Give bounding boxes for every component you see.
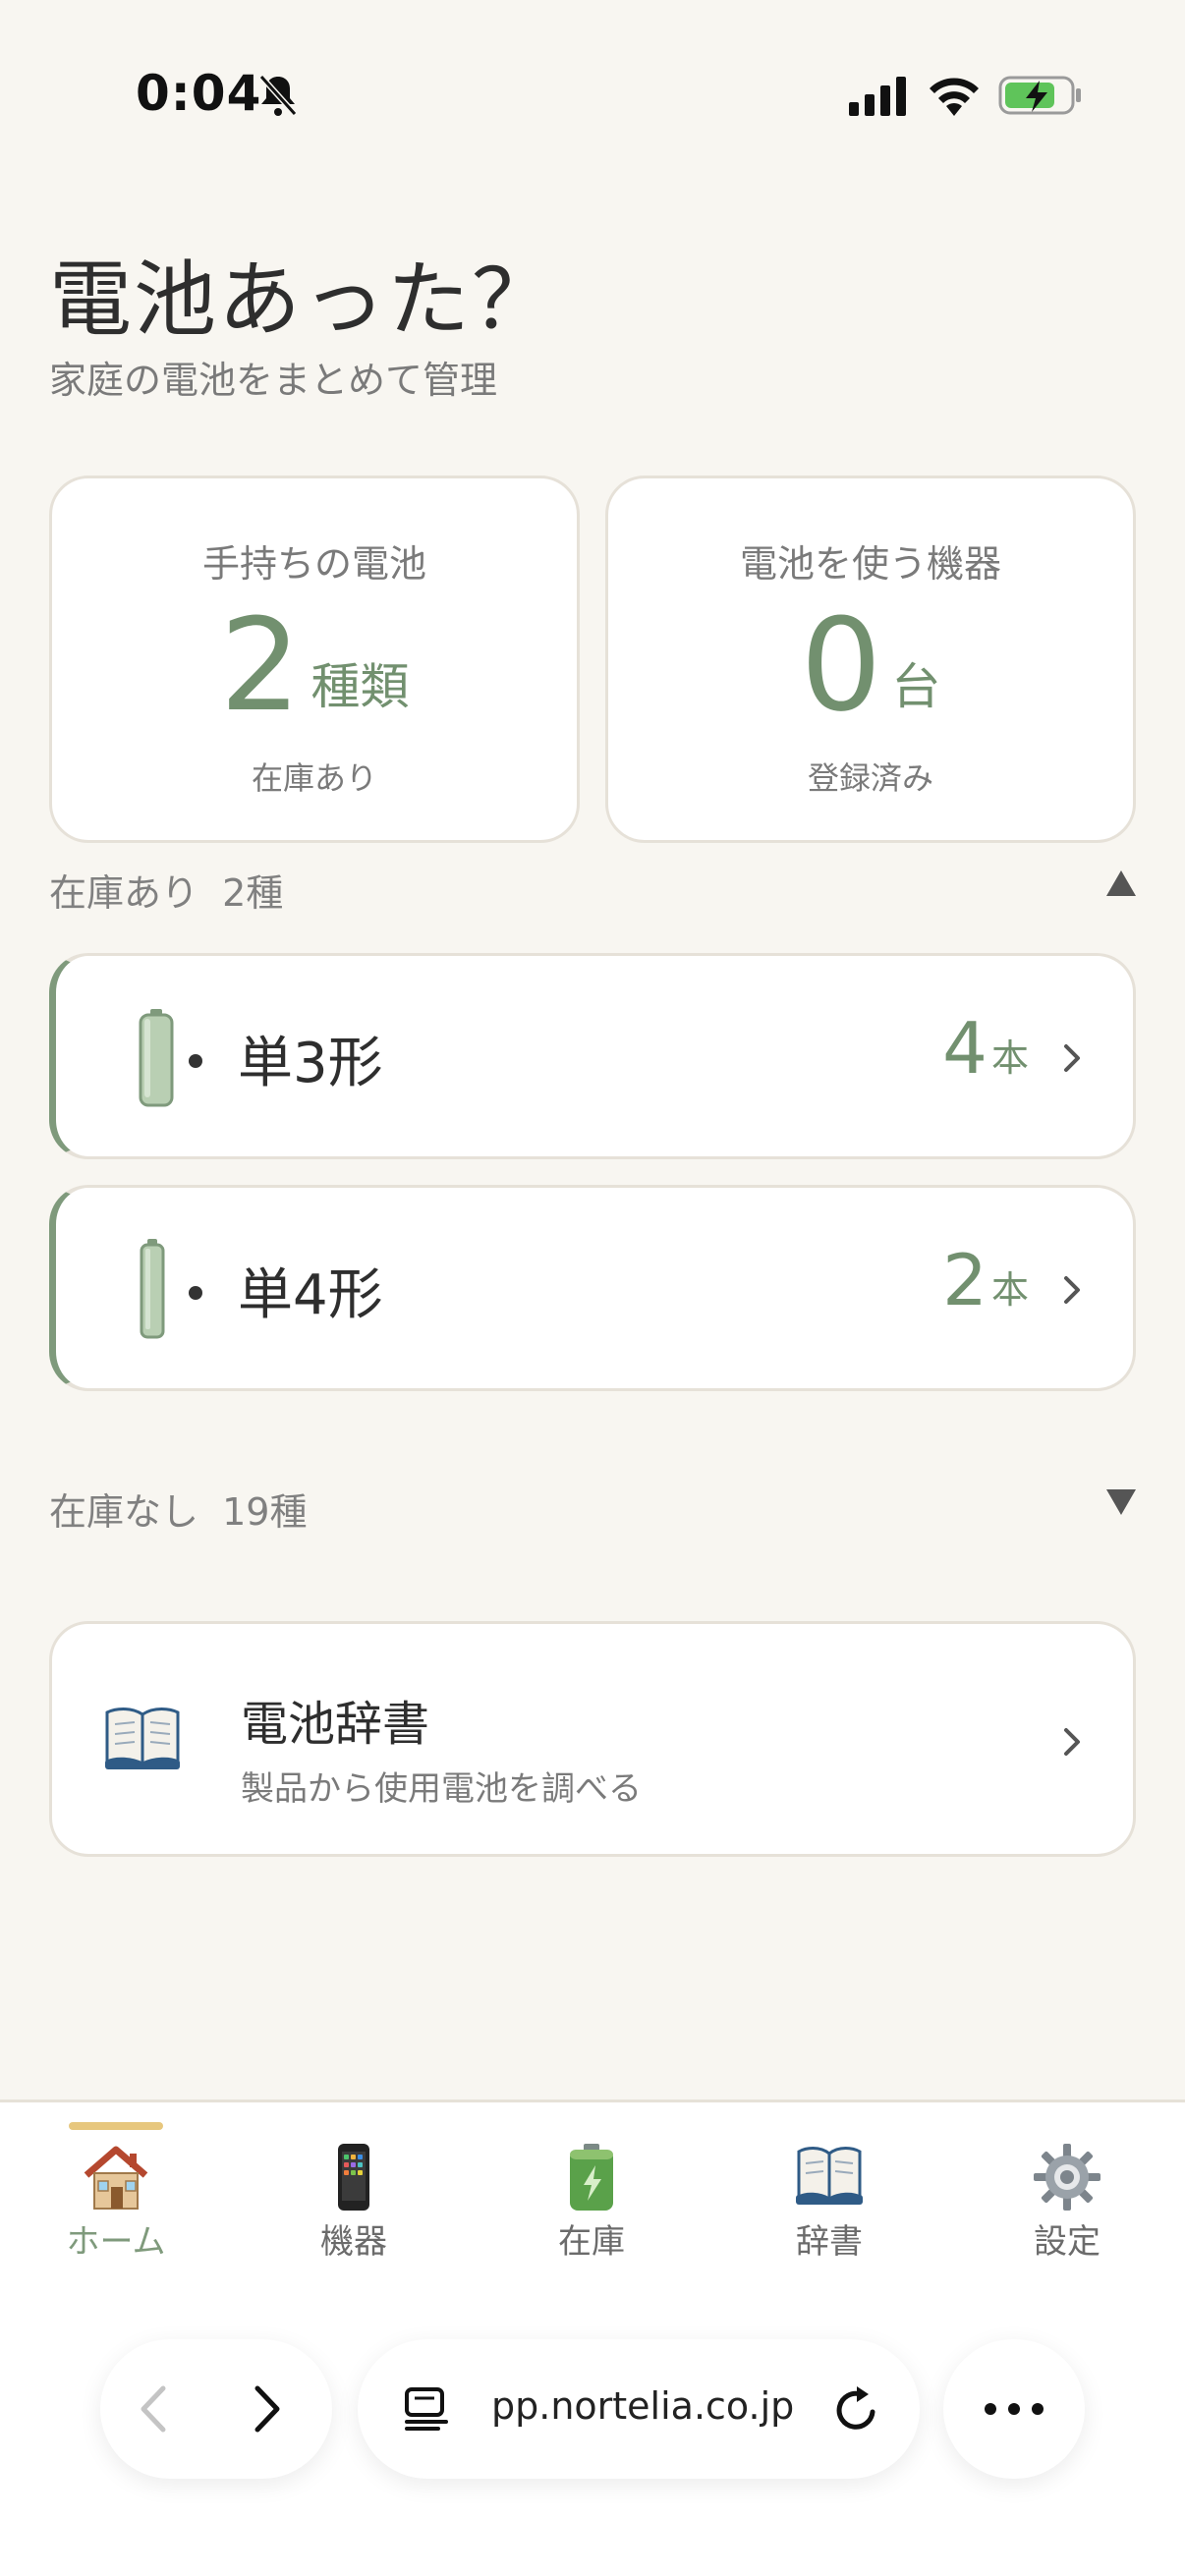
signal-icon: [849, 77, 906, 116]
battery-item-aa[interactable]: 単3形 4 本: [49, 953, 1136, 1159]
stat-label: 電池を使う機器: [739, 542, 1001, 586]
in-stock-section-header[interactable]: 在庫あり 2種: [49, 863, 1136, 922]
page-title: 電池あった？: [49, 252, 557, 348]
back-arrow-icon[interactable]: [138, 2384, 167, 2434]
nav-label: 機器: [320, 2222, 387, 2262]
battery-dictionary-card[interactable]: 電池辞書 製品から使用電池を調べる: [49, 1621, 1136, 1857]
count-unit: 本: [990, 1036, 1029, 1080]
section-count: 19種: [222, 1490, 308, 1534]
nav-item-devices[interactable]: 機器: [255, 2102, 452, 2269]
stat-caption: 在庫あり: [251, 759, 377, 797]
more-dots-icon: [985, 2403, 1044, 2415]
gear-icon: [1034, 2144, 1100, 2211]
more-menu-button[interactable]: [943, 2339, 1085, 2479]
section-title: 在庫なし 19種: [49, 1482, 307, 1536]
section-title: 在庫あり 2種: [49, 863, 283, 917]
battery-charging-icon: [998, 76, 1081, 115]
forward-arrow-icon[interactable]: [254, 2384, 283, 2434]
nav-item-dictionary[interactable]: 辞書: [731, 2102, 928, 2269]
stat-caption: 登録済み: [807, 759, 933, 797]
stat-label: 手持ちの電池: [201, 542, 426, 586]
count-unit: 本: [990, 1268, 1029, 1312]
bullet-dot: [189, 1286, 202, 1300]
chevron-right-icon: [1064, 1728, 1080, 1756]
status-bar: 0:04: [0, 0, 1185, 177]
reload-icon[interactable]: [831, 2382, 882, 2436]
triangle-down-icon[interactable]: [1106, 1489, 1136, 1515]
nav-label: 在庫: [558, 2222, 625, 2262]
out-of-stock-section-header[interactable]: 在庫なし 19種: [49, 1482, 1136, 1540]
nav-item-inventory[interactable]: 在庫: [493, 2102, 690, 2269]
tab-layout-icon[interactable]: [403, 2386, 450, 2432]
stat-number: 0: [800, 590, 882, 740]
bottom-nav: ホーム 機器 在庫 辞書 設定 pp.nortelia.co.jp: [0, 2100, 1185, 2576]
dictionary-subtitle: 製品から使用電池を調べる: [241, 1769, 642, 1809]
battery-name: 単3形: [238, 1032, 383, 1095]
devices-card[interactable]: 電池を使う機器 0 台 登録済み: [605, 476, 1136, 843]
section-title-label: 在庫あり: [49, 871, 199, 915]
url-text: pp.nortelia.co.jp: [491, 2384, 795, 2428]
count-number: 2: [942, 1239, 988, 1321]
dictionary-title: 電池辞書: [241, 1697, 430, 1752]
battery-count: 4 本: [942, 1011, 1029, 1086]
stat-number: 2: [219, 590, 302, 740]
bell-slash-icon: [258, 74, 298, 117]
stat-value-row: 0 台: [608, 590, 1133, 740]
owned-batteries-card[interactable]: 手持ちの電池 2 種類 在庫あり: [49, 476, 580, 843]
nav-label: ホーム: [66, 2222, 166, 2262]
battery-count: 2 本: [942, 1243, 1029, 1317]
nav-item-home[interactable]: ホーム: [18, 2102, 214, 2269]
nav-item-settings[interactable]: 設定: [969, 2102, 1165, 2269]
section-title-label: 在庫なし: [49, 1490, 199, 1534]
stat-unit: 種類: [310, 658, 410, 715]
battery-name: 単4形: [238, 1263, 383, 1327]
wifi-icon: [930, 78, 979, 116]
count-number: 4: [942, 1007, 988, 1090]
open-book-icon: [105, 1708, 180, 1769]
battery-item-aaa[interactable]: 単4形 2 本: [49, 1185, 1136, 1391]
stat-unit: 台: [891, 658, 941, 715]
chevron-right-icon: [1064, 1044, 1080, 1072]
page-subtitle: 家庭の電池をまとめて管理: [49, 359, 498, 402]
browser-nav-controls: [100, 2339, 332, 2479]
section-count: 2種: [222, 871, 284, 915]
address-bar[interactable]: pp.nortelia.co.jp: [358, 2339, 920, 2479]
battery-icon: [570, 2144, 613, 2211]
aa-battery-icon: [139, 1009, 174, 1107]
nav-label: 設定: [1034, 2222, 1100, 2262]
open-book-icon: [796, 2147, 863, 2205]
bullet-dot: [189, 1054, 202, 1068]
mobile-phone-icon: [338, 2144, 369, 2211]
triangle-up-icon[interactable]: [1106, 870, 1136, 896]
house-icon: [84, 2146, 148, 2210]
aaa-battery-icon: [140, 1239, 165, 1339]
nav-label: 辞書: [796, 2222, 863, 2262]
status-time: 0:04: [136, 65, 262, 122]
active-tab-indicator: [69, 2122, 163, 2130]
chevron-right-icon: [1064, 1276, 1080, 1304]
stat-value-row: 2 種類: [52, 590, 577, 740]
